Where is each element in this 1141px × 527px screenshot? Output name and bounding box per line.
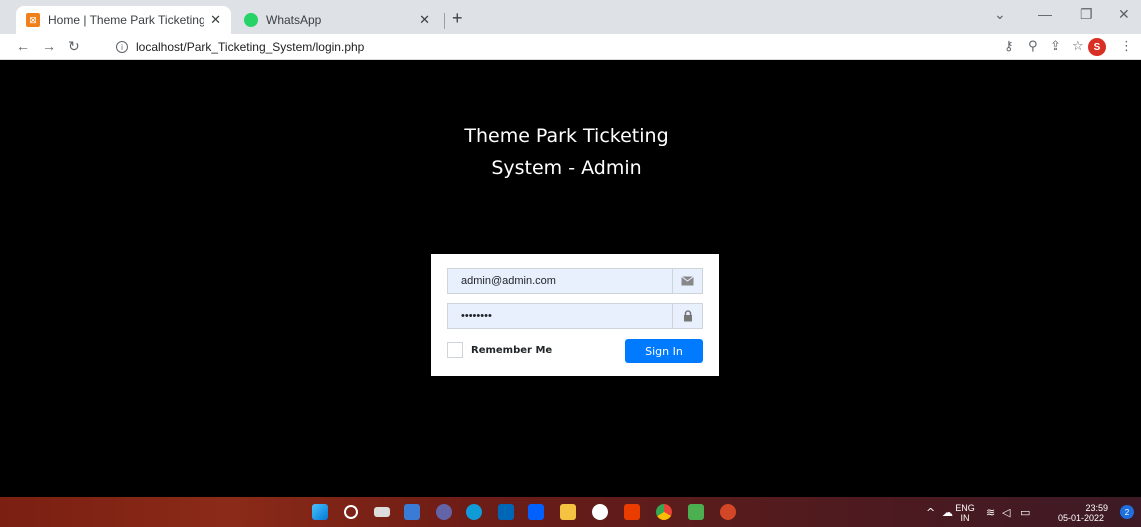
chat-icon[interactable] bbox=[436, 504, 452, 520]
powerpoint-icon[interactable] bbox=[720, 504, 736, 520]
restore-icon[interactable]: ❐ bbox=[1080, 6, 1093, 23]
tab-home[interactable]: ⊠ Home | Theme Park Ticketing Sys ✕ bbox=[16, 6, 231, 34]
xampp-icon: ⊠ bbox=[26, 13, 40, 27]
envelope-icon bbox=[672, 269, 702, 293]
tab-title: Home | Theme Park Ticketing Sys bbox=[48, 13, 205, 27]
menu-icon[interactable]: ⋮ bbox=[1120, 39, 1133, 54]
folder-icon[interactable] bbox=[560, 504, 576, 520]
battery-icon[interactable]: ▭ bbox=[1020, 506, 1030, 519]
browser-toolbar: ← → ↻ i localhost/Park_Ticketing_System/… bbox=[0, 34, 1141, 60]
remember-label: Remember Me bbox=[471, 344, 553, 356]
address-bar[interactable]: i localhost/Park_Ticketing_System/login.… bbox=[100, 37, 1000, 57]
chevron-up-icon[interactable]: ^ bbox=[926, 506, 935, 519]
chrome-icon[interactable] bbox=[656, 504, 672, 520]
search-icon[interactable] bbox=[344, 505, 358, 519]
reload-icon[interactable]: ↻ bbox=[68, 38, 80, 55]
lang-region: IN bbox=[960, 513, 970, 523]
key-icon[interactable]: ⚷ bbox=[1004, 39, 1014, 54]
office-icon[interactable] bbox=[624, 504, 640, 520]
zoom-icon[interactable]: ⚲ bbox=[1028, 39, 1038, 54]
chevron-down-icon[interactable]: ⌄ bbox=[994, 6, 1006, 23]
close-icon[interactable]: ✕ bbox=[419, 12, 430, 28]
email-group: admin@admin.com bbox=[447, 268, 703, 294]
sign-in-button[interactable]: Sign In bbox=[625, 339, 703, 363]
edge-icon[interactable] bbox=[466, 504, 482, 520]
clock[interactable]: 23:59 05-01-2022 bbox=[1050, 503, 1112, 523]
widgets-icon[interactable] bbox=[404, 504, 420, 520]
lang-primary: ENG bbox=[955, 503, 975, 513]
lock-icon bbox=[672, 304, 702, 328]
notification-badge[interactable]: 2 bbox=[1120, 505, 1134, 519]
star-icon[interactable]: ☆ bbox=[1072, 39, 1084, 54]
title-line: Theme Park Ticketing bbox=[464, 125, 669, 147]
address-text: localhost/Park_Ticketing_System/login.ph… bbox=[136, 40, 365, 54]
minimize-icon[interactable]: — bbox=[1038, 6, 1052, 22]
back-icon[interactable]: ← bbox=[16, 38, 30, 54]
tab-whatsapp[interactable]: WhatsApp ✕ bbox=[234, 6, 440, 34]
clock-time: 23:59 bbox=[1085, 503, 1108, 513]
tab-divider bbox=[444, 13, 445, 29]
taskbar: ^ ☁ ENG IN ≋ ◁ ▭ 23:59 05-01-2022 2 bbox=[0, 497, 1141, 527]
close-icon[interactable]: ✕ bbox=[210, 12, 221, 28]
wifi-icon[interactable]: ≋ bbox=[986, 506, 995, 519]
share-icon[interactable]: ⇪ bbox=[1050, 39, 1061, 54]
login-form: admin@admin.com •••••••• Remember Me Sig… bbox=[431, 254, 719, 376]
language-indicator[interactable]: ENG IN bbox=[950, 503, 980, 523]
volume-icon[interactable]: ◁ bbox=[1002, 506, 1010, 519]
close-window-icon[interactable]: ✕ bbox=[1118, 6, 1130, 23]
windows-start-icon[interactable] bbox=[312, 504, 328, 520]
new-tab-button[interactable]: + bbox=[452, 8, 463, 29]
task-view-icon[interactable] bbox=[374, 507, 390, 517]
forward-icon[interactable]: → bbox=[42, 38, 56, 54]
password-field[interactable]: •••••••• bbox=[448, 304, 672, 328]
clock-date: 05-01-2022 bbox=[1057, 513, 1105, 523]
remember-me: Remember Me bbox=[447, 342, 552, 358]
remember-checkbox[interactable] bbox=[447, 342, 463, 358]
avatar[interactable]: S bbox=[1088, 38, 1106, 56]
mail-icon[interactable] bbox=[498, 504, 514, 520]
whatsapp-icon bbox=[244, 13, 258, 27]
page-title: Theme Park Ticketing System - Admin bbox=[0, 120, 1133, 184]
password-group: •••••••• bbox=[447, 303, 703, 329]
info-icon[interactable]: i bbox=[116, 41, 128, 53]
tab-title: WhatsApp bbox=[266, 13, 322, 27]
dropbox-icon[interactable] bbox=[528, 504, 544, 520]
browser-tab-bar: ⊠ Home | Theme Park Ticketing Sys ✕ What… bbox=[0, 0, 1141, 34]
app-icon[interactable] bbox=[592, 504, 608, 520]
title-line: System - Admin bbox=[491, 157, 642, 179]
notepad-icon[interactable] bbox=[688, 504, 704, 520]
email-field[interactable]: admin@admin.com bbox=[448, 269, 672, 293]
